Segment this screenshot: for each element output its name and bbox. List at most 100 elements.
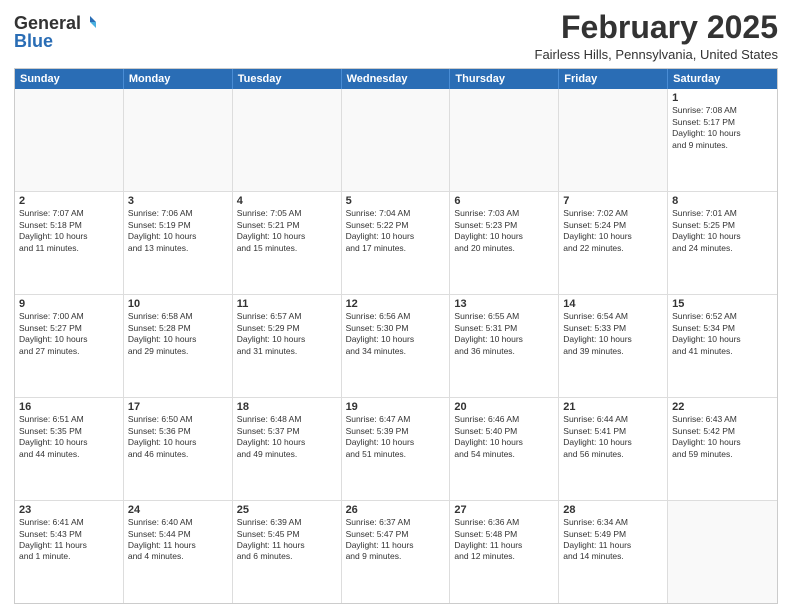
day-number: 7	[563, 195, 663, 207]
calendar-cell: 5Sunrise: 7:04 AM Sunset: 5:22 PM Daylig…	[342, 192, 451, 294]
day-number: 11	[237, 298, 337, 310]
day-info: Sunrise: 6:41 AM Sunset: 5:43 PM Dayligh…	[19, 517, 119, 563]
calendar-cell: 24Sunrise: 6:40 AM Sunset: 5:44 PM Dayli…	[124, 501, 233, 603]
day-number: 10	[128, 298, 228, 310]
day-info: Sunrise: 6:44 AM Sunset: 5:41 PM Dayligh…	[563, 414, 663, 460]
header: General Blue February 2025 Fairless Hill…	[14, 10, 778, 62]
day-info: Sunrise: 6:36 AM Sunset: 5:48 PM Dayligh…	[454, 517, 554, 563]
day-info: Sunrise: 7:00 AM Sunset: 5:27 PM Dayligh…	[19, 311, 119, 357]
header-weekday-friday: Friday	[559, 69, 668, 89]
calendar-cell: 21Sunrise: 6:44 AM Sunset: 5:41 PM Dayli…	[559, 398, 668, 500]
day-info: Sunrise: 7:06 AM Sunset: 5:19 PM Dayligh…	[128, 208, 228, 254]
day-info: Sunrise: 6:43 AM Sunset: 5:42 PM Dayligh…	[672, 414, 773, 460]
calendar-row-1: 2Sunrise: 7:07 AM Sunset: 5:18 PM Daylig…	[15, 192, 777, 295]
day-number: 18	[237, 401, 337, 413]
calendar-page: General Blue February 2025 Fairless Hill…	[0, 0, 792, 612]
calendar-cell	[668, 501, 777, 603]
calendar-cell: 14Sunrise: 6:54 AM Sunset: 5:33 PM Dayli…	[559, 295, 668, 397]
day-number: 1	[672, 92, 773, 104]
day-number: 12	[346, 298, 446, 310]
header-weekday-tuesday: Tuesday	[233, 69, 342, 89]
day-number: 27	[454, 504, 554, 516]
calendar-cell: 17Sunrise: 6:50 AM Sunset: 5:36 PM Dayli…	[124, 398, 233, 500]
calendar-cell: 1Sunrise: 7:08 AM Sunset: 5:17 PM Daylig…	[668, 89, 777, 191]
calendar-cell: 7Sunrise: 7:02 AM Sunset: 5:24 PM Daylig…	[559, 192, 668, 294]
calendar-cell: 12Sunrise: 6:56 AM Sunset: 5:30 PM Dayli…	[342, 295, 451, 397]
day-info: Sunrise: 7:02 AM Sunset: 5:24 PM Dayligh…	[563, 208, 663, 254]
calendar-cell: 4Sunrise: 7:05 AM Sunset: 5:21 PM Daylig…	[233, 192, 342, 294]
day-info: Sunrise: 6:57 AM Sunset: 5:29 PM Dayligh…	[237, 311, 337, 357]
calendar-cell: 19Sunrise: 6:47 AM Sunset: 5:39 PM Dayli…	[342, 398, 451, 500]
header-weekday-monday: Monday	[124, 69, 233, 89]
calendar-cell: 18Sunrise: 6:48 AM Sunset: 5:37 PM Dayli…	[233, 398, 342, 500]
calendar-row-3: 16Sunrise: 6:51 AM Sunset: 5:35 PM Dayli…	[15, 398, 777, 501]
day-info: Sunrise: 7:04 AM Sunset: 5:22 PM Dayligh…	[346, 208, 446, 254]
day-info: Sunrise: 7:05 AM Sunset: 5:21 PM Dayligh…	[237, 208, 337, 254]
day-info: Sunrise: 7:08 AM Sunset: 5:17 PM Dayligh…	[672, 105, 773, 151]
day-number: 28	[563, 504, 663, 516]
logo-blue: Blue	[14, 32, 53, 50]
calendar-row-4: 23Sunrise: 6:41 AM Sunset: 5:43 PM Dayli…	[15, 501, 777, 603]
calendar-cell	[124, 89, 233, 191]
day-info: Sunrise: 6:47 AM Sunset: 5:39 PM Dayligh…	[346, 414, 446, 460]
logo: General Blue	[14, 14, 98, 50]
day-info: Sunrise: 6:55 AM Sunset: 5:31 PM Dayligh…	[454, 311, 554, 357]
day-info: Sunrise: 6:40 AM Sunset: 5:44 PM Dayligh…	[128, 517, 228, 563]
calendar-cell: 26Sunrise: 6:37 AM Sunset: 5:47 PM Dayli…	[342, 501, 451, 603]
calendar-row-0: 1Sunrise: 7:08 AM Sunset: 5:17 PM Daylig…	[15, 89, 777, 192]
day-number: 14	[563, 298, 663, 310]
calendar-cell: 25Sunrise: 6:39 AM Sunset: 5:45 PM Dayli…	[233, 501, 342, 603]
calendar-cell: 13Sunrise: 6:55 AM Sunset: 5:31 PM Dayli…	[450, 295, 559, 397]
day-info: Sunrise: 6:52 AM Sunset: 5:34 PM Dayligh…	[672, 311, 773, 357]
calendar-cell: 6Sunrise: 7:03 AM Sunset: 5:23 PM Daylig…	[450, 192, 559, 294]
logo-icon	[82, 14, 98, 30]
calendar-cell: 11Sunrise: 6:57 AM Sunset: 5:29 PM Dayli…	[233, 295, 342, 397]
day-number: 25	[237, 504, 337, 516]
calendar-cell: 10Sunrise: 6:58 AM Sunset: 5:28 PM Dayli…	[124, 295, 233, 397]
day-number: 4	[237, 195, 337, 207]
header-weekday-saturday: Saturday	[668, 69, 777, 89]
header-weekday-wednesday: Wednesday	[342, 69, 451, 89]
calendar-cell	[342, 89, 451, 191]
calendar-cell: 8Sunrise: 7:01 AM Sunset: 5:25 PM Daylig…	[668, 192, 777, 294]
header-weekday-sunday: Sunday	[15, 69, 124, 89]
day-number: 24	[128, 504, 228, 516]
calendar-cell	[233, 89, 342, 191]
day-info: Sunrise: 6:48 AM Sunset: 5:37 PM Dayligh…	[237, 414, 337, 460]
header-weekday-thursday: Thursday	[450, 69, 559, 89]
day-number: 13	[454, 298, 554, 310]
day-number: 6	[454, 195, 554, 207]
day-number: 16	[19, 401, 119, 413]
calendar-cell: 15Sunrise: 6:52 AM Sunset: 5:34 PM Dayli…	[668, 295, 777, 397]
day-number: 3	[128, 195, 228, 207]
location: Fairless Hills, Pennsylvania, United Sta…	[535, 47, 779, 62]
calendar: SundayMondayTuesdayWednesdayThursdayFrid…	[14, 68, 778, 604]
day-info: Sunrise: 6:58 AM Sunset: 5:28 PM Dayligh…	[128, 311, 228, 357]
day-info: Sunrise: 6:37 AM Sunset: 5:47 PM Dayligh…	[346, 517, 446, 563]
logo-general: General	[14, 14, 81, 32]
calendar-cell: 20Sunrise: 6:46 AM Sunset: 5:40 PM Dayli…	[450, 398, 559, 500]
calendar-cell: 9Sunrise: 7:00 AM Sunset: 5:27 PM Daylig…	[15, 295, 124, 397]
calendar-header: SundayMondayTuesdayWednesdayThursdayFrid…	[15, 69, 777, 89]
day-number: 22	[672, 401, 773, 413]
day-info: Sunrise: 7:07 AM Sunset: 5:18 PM Dayligh…	[19, 208, 119, 254]
calendar-cell: 22Sunrise: 6:43 AM Sunset: 5:42 PM Dayli…	[668, 398, 777, 500]
calendar-cell	[15, 89, 124, 191]
calendar-cell: 16Sunrise: 6:51 AM Sunset: 5:35 PM Dayli…	[15, 398, 124, 500]
calendar-cell: 28Sunrise: 6:34 AM Sunset: 5:49 PM Dayli…	[559, 501, 668, 603]
day-number: 19	[346, 401, 446, 413]
day-number: 21	[563, 401, 663, 413]
day-number: 2	[19, 195, 119, 207]
calendar-cell	[450, 89, 559, 191]
day-number: 23	[19, 504, 119, 516]
calendar-cell: 3Sunrise: 7:06 AM Sunset: 5:19 PM Daylig…	[124, 192, 233, 294]
day-info: Sunrise: 7:03 AM Sunset: 5:23 PM Dayligh…	[454, 208, 554, 254]
month-title: February 2025	[535, 10, 779, 45]
day-number: 9	[19, 298, 119, 310]
day-info: Sunrise: 6:56 AM Sunset: 5:30 PM Dayligh…	[346, 311, 446, 357]
calendar-cell	[559, 89, 668, 191]
day-number: 26	[346, 504, 446, 516]
day-number: 8	[672, 195, 773, 207]
calendar-row-2: 9Sunrise: 7:00 AM Sunset: 5:27 PM Daylig…	[15, 295, 777, 398]
day-info: Sunrise: 6:50 AM Sunset: 5:36 PM Dayligh…	[128, 414, 228, 460]
